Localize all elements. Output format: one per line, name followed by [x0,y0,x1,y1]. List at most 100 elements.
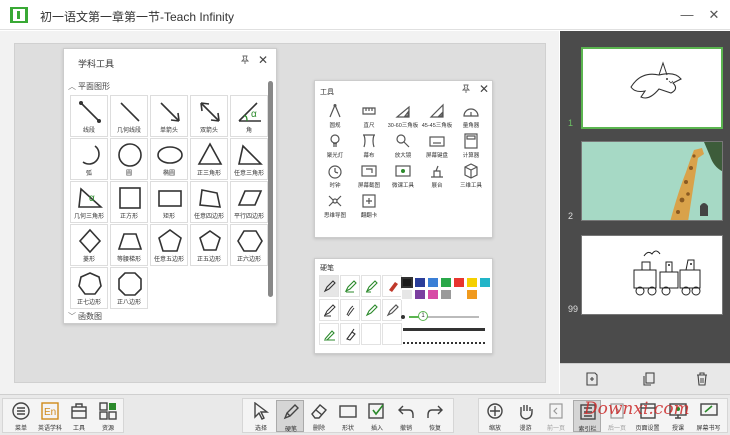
slider-knob[interactable]: 1 [418,311,428,321]
brush-style-texture-brush[interactable] [340,299,360,321]
shape-label: 弧 [85,171,92,177]
color-swatch[interactable] [453,277,465,288]
tool-cube[interactable]: 三维工具 [455,163,487,193]
shape-tool-triangle[interactable]: 任意三角形 [230,138,268,180]
tool-spotlight[interactable]: 聚光灯 [319,133,351,163]
color-swatch[interactable] [414,277,426,288]
shape-tool-regular-pentagon[interactable]: 正五边形 [190,224,228,266]
color-swatch[interactable] [466,277,478,288]
tool-curtain[interactable]: 幕布 [353,133,385,163]
slide-index-panel: 1 2 99 [560,31,730,363]
shape-tool-ellipse[interactable]: 椭圆 [150,138,188,180]
color-swatch[interactable] [453,289,465,300]
panel-title: 硬笔 [320,265,334,272]
chevron-up-icon: ︿ [68,82,76,91]
brush-style-marker[interactable] [382,275,402,297]
shape-tool-single-arrow[interactable]: 单箭头 [150,95,188,137]
shape-label: 等腰梯形 [116,257,141,263]
brush-style-crayon[interactable] [382,299,402,321]
slide-thumb-1[interactable] [581,47,723,129]
shape-tool-angle[interactable]: α角 [230,95,268,137]
brush-style-calligraphy-pen[interactable] [361,275,381,297]
tool-set-square-45[interactable]: 45-45三角板 [421,103,453,133]
shape-tool-quadrilateral[interactable]: 任意四边形 [190,181,228,223]
color-swatch[interactable] [427,277,439,288]
color-swatch[interactable] [401,289,413,300]
tool-label: 翻翻卡 [360,213,378,219]
delete-slide-icon[interactable] [694,371,710,387]
minimize-button[interactable]: — [676,4,698,26]
brush-style-pencil[interactable] [319,299,339,321]
tool-flipcard[interactable]: 翻翻卡 [353,193,385,223]
slide-thumb-2[interactable] [581,141,723,221]
shape-label: 任意五边形 [153,257,184,263]
close-button[interactable]: ✕ [703,4,725,26]
brush-style-pen[interactable] [319,275,339,297]
tool-magnifier[interactable]: 放大镜 [387,133,419,163]
shape-label: 椭圆 [162,171,175,177]
shape-tool-trapezoid[interactable]: 等腰梯形 [110,224,148,266]
color-swatch[interactable] [414,289,426,300]
brush-style-highlighter[interactable] [340,275,360,297]
tool-keyboard[interactable]: 屏幕键盘 [421,133,453,163]
section-plane-shapes[interactable]: ︿ 平面图形 [68,81,110,92]
shape-label: 正七边形 [76,300,101,306]
shape-label: 正方形 [119,214,138,220]
window-title: 初一语文第一章第一节-Teach Infinity [40,10,235,24]
close-icon[interactable]: ✕ [258,53,268,67]
shape-tool-arc[interactable]: 弧 [70,138,108,180]
color-swatch[interactable] [427,289,439,300]
pin-icon[interactable] [240,55,250,67]
tool-calculator[interactable]: 计算器 [455,133,487,163]
toolbar-redo-button[interactable]: 恢复 [421,400,449,432]
brush-style-line-pen[interactable] [319,323,339,345]
color-swatch[interactable] [440,289,452,300]
tool-screenshot[interactable]: 屏幕截图 [353,163,385,193]
pin-icon[interactable] [461,84,471,96]
shape-tool-double-arrow[interactable]: 双箭头 [190,95,228,137]
section-function-graph[interactable]: ﹀ 函数图 [68,311,102,322]
shape-tool-circle[interactable]: 圆 [110,138,148,180]
close-icon[interactable]: ✕ [479,82,489,96]
color-swatch[interactable] [466,289,478,300]
shape-tool-heptagon[interactable]: 正七边形 [70,267,108,309]
shape-tool-hexagon[interactable]: 正六边形 [230,224,268,266]
tool-visualizer[interactable]: 展台 [421,163,453,193]
shape-label: 正六边形 [236,257,261,263]
shape-tool-equilateral-triangle[interactable]: 正三角形 [190,138,228,180]
shape-tool-geometric-triangle[interactable]: α 几何三角形 [70,181,108,223]
copy-slide-icon[interactable] [641,371,657,387]
tool-protractor[interactable]: 量角器 [455,103,487,133]
size-slider[interactable]: 1 [401,311,481,321]
toolbar-resource-button[interactable]: 资源 [94,400,122,432]
tool-compass[interactable]: 圆规 [319,103,351,133]
shape-tool-parallelogram[interactable]: 平行四边形 [230,181,268,223]
shape-tool-pentagon[interactable]: 任意五边形 [150,224,188,266]
tool-mindmap[interactable]: 思维导图 [319,193,351,223]
tool-clock[interactable]: 时钟 [319,163,351,193]
shape-tool-rhombus[interactable]: 菱形 [70,224,108,266]
color-swatch[interactable] [401,277,413,288]
shape-tool-square[interactable]: 正方形 [110,181,148,223]
app-logo-icon [10,7,28,23]
color-swatch[interactable] [479,277,491,288]
shape-tool-octagon[interactable]: 正八边形 [110,267,148,309]
toolbar-prev-page-button[interactable]: 前一页 [542,400,570,432]
panel-scrollbar[interactable] [268,81,273,297]
brush-style-paint-brush[interactable] [340,323,360,345]
stroke-preview-dotted[interactable] [403,342,485,344]
shape-tool-rectangle[interactable]: 矩形 [150,181,188,223]
slide-thumb-99[interactable] [581,235,723,315]
shape-tool-geometric-segment[interactable]: 几何线段 [110,95,148,137]
stroke-preview-solid[interactable] [403,328,485,331]
tool-microlesson[interactable]: 微课工具 [387,163,419,193]
tool-ruler[interactable]: 直尺 [353,103,385,133]
toolbar-screen-write-button[interactable]: 屏幕书写 [695,400,723,432]
color-swatch[interactable] [440,277,452,288]
watermark-logo: Downxi.com [584,399,690,419]
brush-style-empty [361,323,381,345]
brush-style-fill-brush[interactable] [361,299,381,321]
tool-set-square-30[interactable]: 30-60三角板 [387,103,419,133]
new-slide-icon[interactable] [584,371,600,387]
shape-tool-line-segment[interactable]: 线段 [70,95,108,137]
